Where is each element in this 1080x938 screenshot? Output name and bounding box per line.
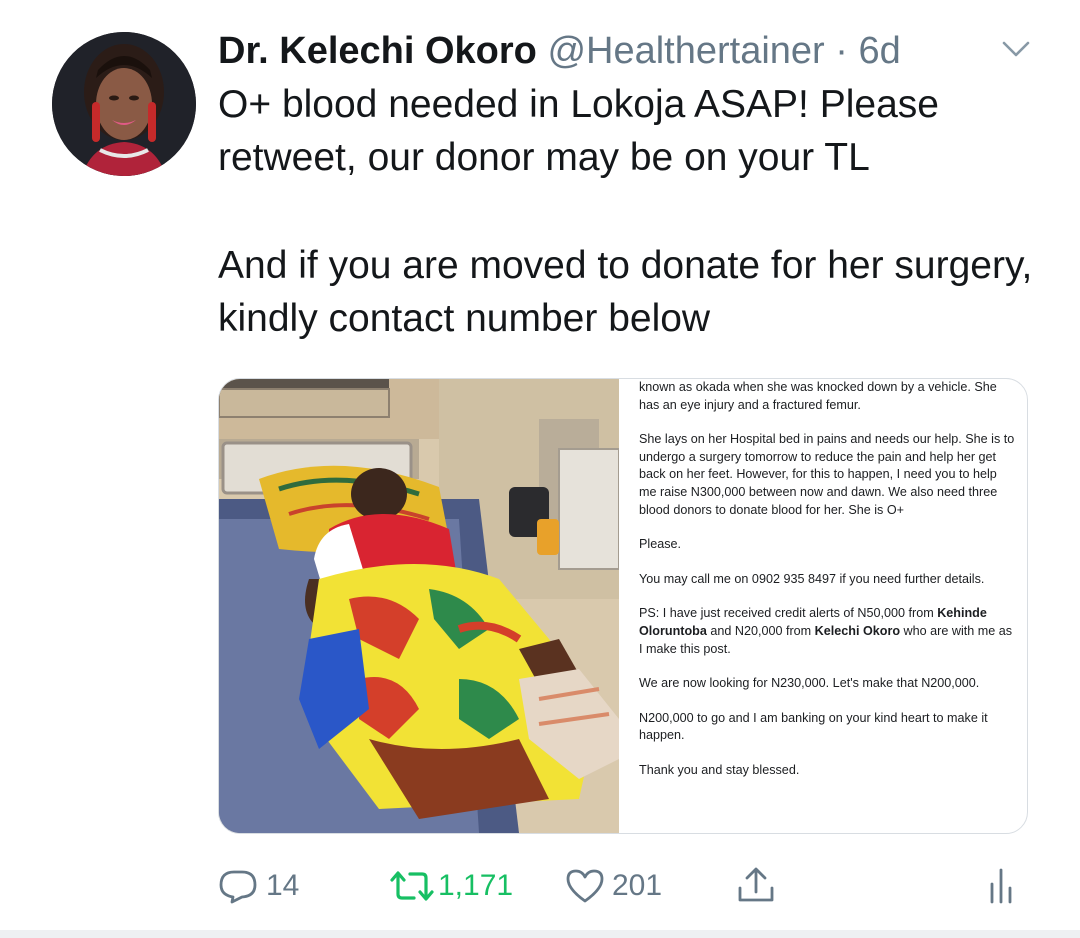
tweet-text-paragraph: And if you are moved to donate for her s… — [218, 244, 1033, 340]
reply-icon — [219, 870, 257, 904]
analytics-icon — [990, 868, 1012, 904]
retweet-button[interactable]: 1,171 — [388, 858, 558, 914]
post-paragraph: Thank you and stay blessed. — [639, 762, 800, 777]
tweet-time[interactable]: · 6d — [835, 30, 900, 72]
tweet-text-paragraph: O+ blood needed in Lokoja ASAP! Please r… — [218, 83, 939, 179]
like-icon — [566, 869, 604, 903]
retweet-count: 1,171 — [438, 869, 514, 902]
share-icon — [738, 867, 774, 902]
post-paragraph: PS: I have just received credit alerts o… — [639, 605, 1015, 658]
author-handle[interactable]: @Healthertainer — [547, 30, 824, 72]
avatar[interactable] — [52, 32, 196, 176]
reply-count: 14 — [266, 869, 300, 902]
post-paragraph: Please. — [639, 537, 682, 552]
divider — [0, 930, 1080, 938]
share-button[interactable] — [736, 858, 780, 914]
post-text: and N20,000 from — [706, 623, 815, 638]
author-name[interactable]: Dr. Kelechi Okoro — [218, 30, 537, 72]
post-paragraph: N200,000 to go and I am banking on your … — [639, 710, 988, 743]
chevron-down-icon[interactable] — [998, 34, 1034, 64]
retweet-icon — [390, 871, 434, 901]
tweet-header: Dr. Kelechi Okoro @Healthertainer · 6d — [218, 26, 1058, 76]
post-paragraph: You may call me on 0902 935 8497 if you … — [639, 571, 985, 586]
tweet[interactable]: Dr. Kelechi Okoro @Healthertainer · 6d O… — [0, 0, 1080, 938]
donor-name: Kelechi Okoro — [814, 623, 901, 638]
tweet-media[interactable]: known as okada when she was knocked down… — [218, 378, 1028, 834]
tweet-actions: 14 1,171 201 — [218, 858, 1058, 914]
patient-photo — [219, 379, 620, 833]
post-paragraph: She lays on her Hospital bed in pains an… — [639, 432, 1015, 517]
analytics-button[interactable] — [988, 858, 1022, 914]
tweet-text: O+ blood needed in Lokoja ASAP! Please r… — [218, 78, 1058, 345]
post-paragraph: We are now looking for N230,000. Let's m… — [639, 676, 980, 691]
like-button[interactable]: 201 — [564, 858, 694, 914]
reply-button[interactable]: 14 — [218, 858, 328, 914]
post-paragraph: known as okada when she was knocked down… — [639, 380, 997, 412]
like-count: 201 — [612, 869, 663, 902]
post-text: PS: I have just received credit alerts o… — [639, 606, 938, 621]
post-screenshot-text: known as okada when she was knocked down… — [639, 379, 1015, 833]
